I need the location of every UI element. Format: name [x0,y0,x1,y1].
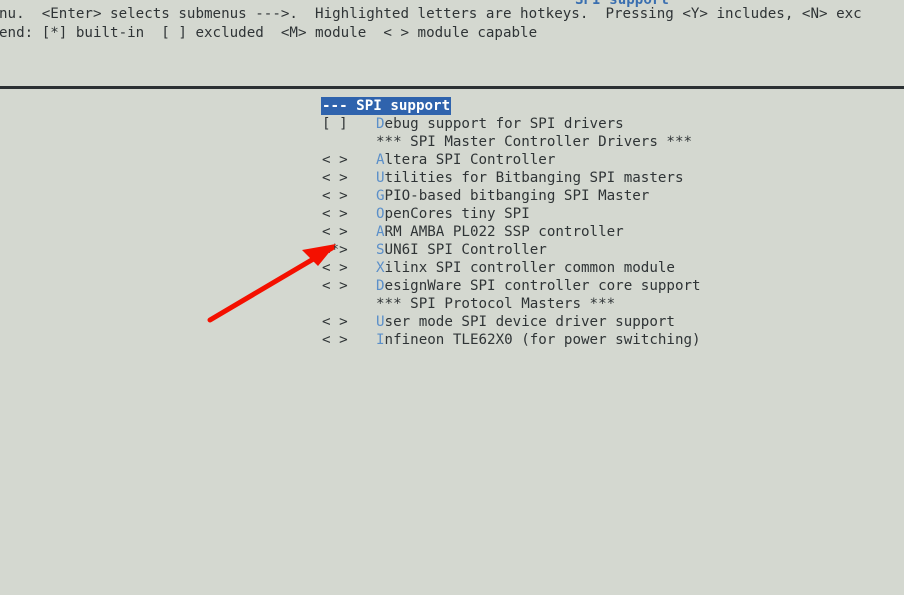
menu-item-label: esignWare SPI controller core support [384,278,701,294]
menu-title-text: --- SPI support [322,98,451,114]
blank-marker [322,295,376,313]
tristate-marker: < > [322,314,348,330]
tristate-marker: < > [322,206,348,222]
hotkey-letter: D [376,116,385,132]
tristate-marker: < > [322,170,348,186]
menu-item-label: tilities for Bitbanging SPI masters [384,170,684,186]
selected-module-marker: <*> [322,242,348,258]
hotkey-letter: I [376,332,385,348]
menu-item-row[interactable]: < > OpenCores tiny SPI [322,205,530,223]
hotkey-letter: A [376,224,385,240]
menu-item-label: ebug support for SPI drivers [384,116,624,132]
menu-item-label: ilinx SPI controller common module [384,260,675,276]
menu-comment-row: *** SPI Master Controller Drivers *** [322,133,692,151]
help-banner: SPI support nu. <Enter> selects submenus… [0,0,904,86]
tristate-marker: < > [322,188,348,204]
checkbox-marker: [ ] [322,116,348,132]
help-text-line-2: end: [*] built-in [ ] excluded <M> modul… [0,25,538,41]
menu-item-row[interactable]: < > DesignWare SPI controller core suppor… [322,277,701,295]
hotkey-letter: O [376,206,385,222]
menu-item-row[interactable]: < > Utilities for Bitbanging SPI masters [322,169,684,187]
menu-item-row[interactable]: <*> SUN6I SPI Controller [322,241,547,259]
menu-item-label: UN6I SPI Controller [384,242,547,258]
menu-item-label: nfineon TLE62X0 (for power switching) [384,332,701,348]
menu-item-row[interactable]: < > Xilinx SPI controller common module [322,259,675,277]
menu-item-label: ltera SPI Controller [384,152,556,168]
hotkey-letter: A [376,152,385,168]
menu-item-label: *** SPI Protocol Masters *** [376,296,616,312]
menu-comment-row: *** SPI Protocol Masters *** [322,295,615,313]
hotkey-letter: S [376,242,385,258]
hotkey-letter: X [376,260,385,276]
tristate-marker: < > [322,224,348,240]
menu-item-label: RM AMBA PL022 SSP controller [384,224,624,240]
menu-item-row[interactable]: < > Infineon TLE62X0 (for power switching… [322,331,701,349]
hotkey-letter: U [376,314,385,330]
menu-item-row[interactable]: < > User mode SPI device driver support [322,313,675,331]
menu-item-row[interactable]: < > GPIO-based bitbanging SPI Master [322,187,649,205]
menu-item-label: penCores tiny SPI [384,206,530,222]
tristate-marker: < > [322,278,348,294]
menu-title-row[interactable]: --- SPI support [321,97,452,115]
menu-item-row[interactable]: < > ARM AMBA PL022 SSP controller [322,223,624,241]
tristate-marker: < > [322,260,348,276]
tristate-marker: < > [322,332,348,348]
menu-item-row[interactable]: [ ] Debug support for SPI drivers [322,115,624,133]
menu-item-label: PIO-based bitbanging SPI Master [384,188,650,204]
hotkey-letter: G [376,188,385,204]
menu-list: --- SPI support [ ] Debug support for SPI … [0,89,904,595]
hotkey-letter: U [376,170,385,186]
menu-item-row[interactable]: < > Altera SPI Controller [322,151,555,169]
hotkey-letter: D [376,278,385,294]
tristate-marker: < > [322,152,348,168]
blank-marker [322,133,376,151]
menu-item-label: ser mode SPI device driver support [384,314,675,330]
menu-item-label: *** SPI Master Controller Drivers *** [376,134,693,150]
help-text-line-1: nu. <Enter> selects submenus --->. Highl… [0,6,862,22]
